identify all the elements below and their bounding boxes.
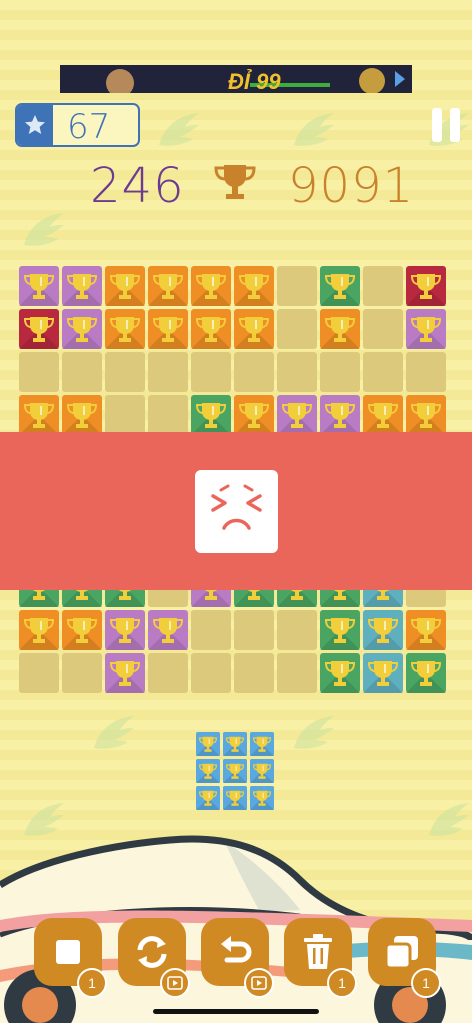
- trophy-block-orange: [191, 266, 231, 306]
- square-icon: [56, 940, 80, 964]
- video-icon: [251, 976, 267, 990]
- trophy-block-red: [19, 309, 59, 349]
- trophy-block-orange: [363, 395, 403, 435]
- empty-cell: [19, 352, 59, 392]
- empty-cell: [363, 266, 403, 306]
- piece-block: [250, 786, 274, 810]
- wing-decoration: [294, 716, 334, 749]
- trophy-block-orange: [148, 309, 188, 349]
- ad-text: ĐỈ 99: [228, 69, 281, 93]
- trophy-block-green: [320, 266, 360, 306]
- trophy-block-red: [406, 266, 446, 306]
- trophy-block-orange: [105, 309, 145, 349]
- empty-cell: [148, 653, 188, 693]
- trophy-block-purple: [406, 309, 446, 349]
- empty-cell: [191, 653, 231, 693]
- empty-cell: [277, 653, 317, 693]
- frustrated-face-icon: [195, 470, 278, 553]
- empty-cell: [105, 395, 145, 435]
- trophy-block-purple: [105, 653, 145, 693]
- piece-block: [250, 759, 274, 783]
- trophy-block-orange: [148, 266, 188, 306]
- trophy-block-orange: [234, 309, 274, 349]
- trophy-block-purple: [19, 266, 59, 306]
- level-number: 67: [67, 107, 111, 147]
- trophy-block-purple: [62, 266, 102, 306]
- trophy-block-green: [320, 653, 360, 693]
- trophy-block-purple: [62, 309, 102, 349]
- trophy-block-orange: [234, 395, 274, 435]
- delete-count-badge: 1: [327, 968, 357, 998]
- empty-cell: [234, 653, 274, 693]
- empty-cell: [234, 610, 274, 650]
- undo-video-badge: [244, 968, 274, 998]
- trophy-block-orange: [406, 395, 446, 435]
- empty-cell: [62, 352, 102, 392]
- undo-icon: [221, 936, 252, 963]
- current-score: 246: [90, 158, 185, 214]
- empty-cell: [406, 352, 446, 392]
- trophy-block-green: [320, 610, 360, 650]
- empty-cell: [234, 352, 274, 392]
- trophy-block-orange: [320, 309, 360, 349]
- wing-decoration: [94, 716, 134, 749]
- swap-count-badge: 1: [411, 968, 441, 998]
- piece-block: [223, 786, 247, 810]
- best-score: 9091: [288, 158, 415, 214]
- piece-block: [223, 759, 247, 783]
- trophy-block-blue: [363, 610, 403, 650]
- trophy-block-purple: [148, 610, 188, 650]
- trophy-block-orange: [19, 395, 59, 435]
- pause-icon: [432, 108, 442, 142]
- trophy-block-orange: [191, 309, 231, 349]
- ad-banner[interactable]: ĐỈ 99: [60, 65, 412, 93]
- empty-cell: [363, 309, 403, 349]
- trophy-block-green: [406, 653, 446, 693]
- empty-cell: [277, 352, 317, 392]
- trophy-block-blue: [363, 653, 403, 693]
- trophy-block-orange: [19, 610, 59, 650]
- pause-button[interactable]: [432, 108, 462, 142]
- empty-cell: [277, 309, 317, 349]
- empty-cell: [363, 352, 403, 392]
- empty-cell: [19, 653, 59, 693]
- star-icon: [17, 105, 53, 145]
- trophy-block-orange: [62, 395, 102, 435]
- trophy-block-purple: [320, 395, 360, 435]
- video-icon: [167, 976, 183, 990]
- piece-block: [250, 732, 274, 756]
- trophy-block-green: [191, 395, 231, 435]
- piece-block: [223, 732, 247, 756]
- trophy-block-purple: [105, 610, 145, 650]
- empty-cell: [105, 352, 145, 392]
- empty-cell: [62, 653, 102, 693]
- empty-cell: [277, 266, 317, 306]
- next-piece[interactable]: [196, 732, 276, 812]
- layers-icon: [384, 936, 418, 970]
- trophy-block-orange: [62, 610, 102, 650]
- trophy-block-orange: [234, 266, 274, 306]
- level-indicator: 67: [15, 103, 140, 147]
- trophy-icon: [214, 165, 256, 199]
- empty-cell: [148, 352, 188, 392]
- empty-cell: [191, 610, 231, 650]
- trophy-block-orange: [105, 266, 145, 306]
- single-block-count-badge: 1: [77, 968, 107, 998]
- trash-icon: [304, 934, 332, 969]
- piece-block: [196, 786, 220, 810]
- trophy-block-orange: [406, 610, 446, 650]
- piece-block: [196, 732, 220, 756]
- rotate-video-badge: [160, 968, 190, 998]
- wing-decoration: [159, 113, 199, 146]
- empty-cell: [148, 395, 188, 435]
- rotate-icon: [137, 936, 167, 968]
- wing-decoration: [294, 113, 334, 146]
- home-indicator: [153, 1009, 319, 1014]
- piece-block: [196, 759, 220, 783]
- empty-cell: [191, 352, 231, 392]
- empty-cell: [320, 352, 360, 392]
- wing-decoration: [24, 213, 64, 246]
- empty-cell: [277, 610, 317, 650]
- trophy-block-purple: [277, 395, 317, 435]
